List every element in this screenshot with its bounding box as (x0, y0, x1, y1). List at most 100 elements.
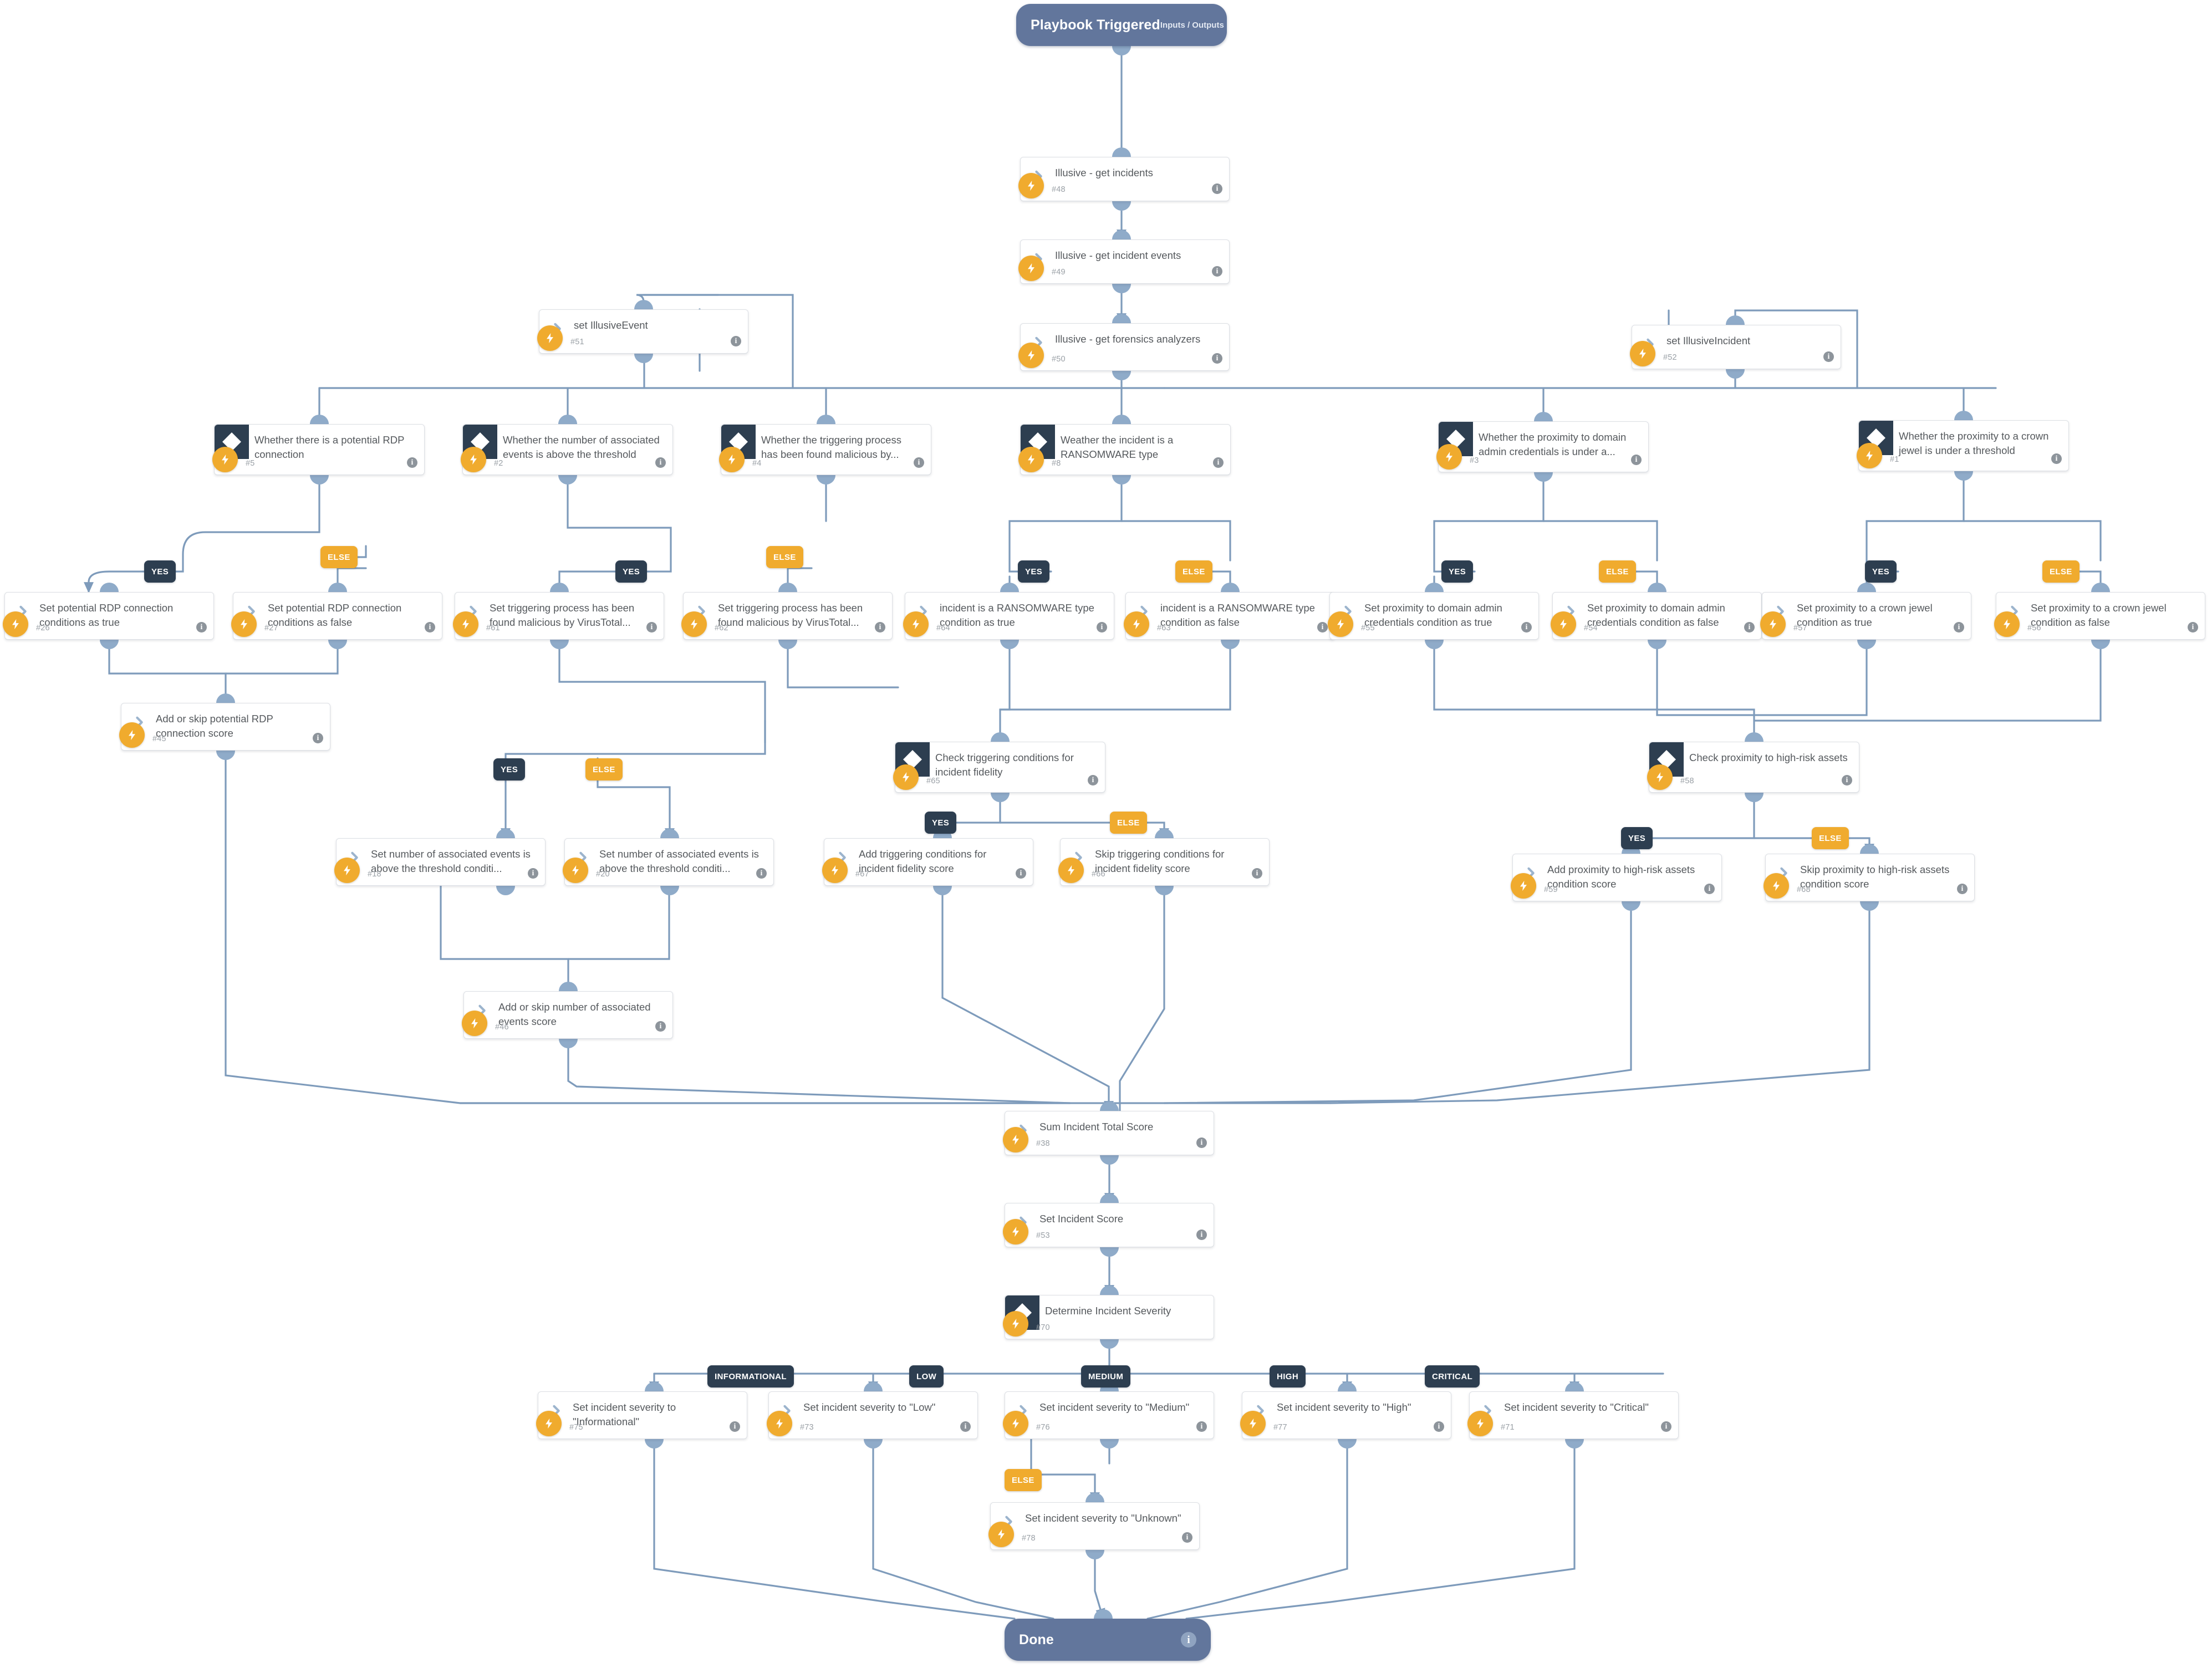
info-icon[interactable]: i (1434, 1421, 1444, 1432)
node-footer: #64 i (903, 611, 1114, 639)
info-icon[interactable]: i (1212, 266, 1222, 277)
info-icon[interactable]: i (655, 457, 666, 468)
task-node-n66[interactable]: Skip triggering conditions for incident … (1058, 838, 1270, 886)
info-icon[interactable]: i (1954, 622, 1964, 632)
info-icon[interactable]: i (1521, 622, 1532, 632)
node-number: #77 (1273, 1423, 1287, 1432)
info-icon[interactable]: i (1957, 884, 1968, 894)
task-node-n57[interactable]: Set proximity to a crown jewel condition… (1760, 592, 1971, 640)
task-node-n75[interactable]: Set incident severity to "Informational"… (536, 1391, 747, 1439)
info-icon[interactable]: i (1631, 455, 1642, 465)
task-node-n62[interactable]: Set triggering process has been found ma… (681, 592, 893, 640)
info-icon[interactable]: i (1213, 457, 1224, 468)
condition-node-n1[interactable]: Whether the proximity to a crown jewel i… (1857, 420, 2069, 471)
playbook-canvas[interactable]: Playbook Triggered Inputs / Outputs Done… (0, 0, 2212, 1668)
task-node-n71[interactable]: Set incident severity to "Critical" #71 i (1467, 1391, 1679, 1439)
condition-node-n58[interactable]: Check proximity to high-risk assets #58 i (1647, 742, 1859, 793)
task-node-n55[interactable]: Set proximity to domain admin credential… (1328, 592, 1539, 640)
done-node[interactable]: Done i (1005, 1619, 1211, 1661)
task-node-n53[interactable]: Set Incident Score #53 i (1003, 1203, 1214, 1247)
branch-label-critical: CRITICAL (1425, 1365, 1480, 1388)
node-number: #3 (1470, 456, 1479, 465)
task-node-n50[interactable]: Illusive - get forensics analyzers #50 i (1018, 323, 1230, 371)
condition-node-n70[interactable]: Determine Incident Severity #70 (1003, 1295, 1214, 1339)
playbook-triggered-node[interactable]: Playbook Triggered Inputs / Outputs (1016, 4, 1227, 46)
info-icon[interactable]: i (1661, 1421, 1671, 1432)
node-footer: #58 i (1647, 764, 1859, 792)
task-node-n77[interactable]: Set incident severity to "High" #77 i (1240, 1391, 1451, 1439)
task-node-n61[interactable]: Set triggering process has been found ma… (453, 592, 664, 640)
task-node-n46[interactable]: Add or skip number of associated events … (462, 991, 673, 1039)
task-node-n73[interactable]: Set incident severity to "Low" #73 i (767, 1391, 978, 1439)
info-icon[interactable]: i (1097, 622, 1107, 632)
lightning-bolt-icon (822, 858, 848, 883)
condition-node-n65[interactable]: Check triggering conditions for incident… (893, 742, 1105, 793)
lightning-bolt-icon (1994, 611, 2020, 637)
task-node-n54[interactable]: Set proximity to domain admin credential… (1551, 592, 1762, 640)
task-node-n49[interactable]: Illusive - get incident events #49 i (1018, 239, 1230, 284)
info-icon[interactable]: i (1196, 1137, 1207, 1148)
task-node-n52[interactable]: set IllusiveIncident #52 i (1630, 325, 1841, 369)
task-node-n51[interactable]: set IllusiveEvent #51 i (537, 309, 748, 354)
node-footer: #63 i (1124, 611, 1334, 639)
condition-node-n8[interactable]: Weather the incident is a RANSOMWARE typ… (1018, 424, 1231, 475)
info-icon[interactable]: i (407, 457, 417, 468)
task-node-n26[interactable]: Set potential RDP connection conditions … (3, 592, 214, 640)
info-icon[interactable]: i (1196, 1230, 1207, 1240)
task-node-n38[interactable]: Sum Incident Total Score #38 i (1003, 1111, 1214, 1155)
info-icon[interactable]: i (914, 457, 924, 468)
task-node-n56[interactable]: Set proximity to a crown jewel condition… (1994, 592, 2205, 640)
info-icon[interactable]: i (1182, 1532, 1192, 1543)
info-icon[interactable]: i (1823, 351, 1834, 362)
info-icon[interactable]: i (1196, 1421, 1207, 1432)
task-node-n68[interactable]: Skip proximity to high-risk assets condi… (1764, 854, 1975, 901)
inputs-outputs-link[interactable]: Inputs / Outputs (1160, 21, 1224, 30)
condition-node-n3[interactable]: Whether the proximity to domain admin cr… (1436, 421, 1649, 472)
info-icon[interactable]: i (655, 1021, 666, 1032)
info-icon[interactable]: i (875, 622, 885, 632)
lightning-bolt-icon (563, 858, 588, 883)
info-icon[interactable]: i (1181, 1632, 1196, 1647)
condition-node-n2[interactable]: Whether the number of associated events … (461, 424, 673, 475)
node-footer: #8 i (1018, 447, 1230, 475)
info-icon[interactable]: i (730, 1421, 740, 1432)
info-icon[interactable]: i (1212, 353, 1222, 364)
task-node-n45[interactable]: Add or skip potential RDP connection sco… (119, 703, 330, 751)
condition-node-n5[interactable]: Whether there is a potential RDP connect… (212, 424, 425, 475)
info-icon[interactable]: i (1252, 868, 1262, 879)
task-node-n59[interactable]: Add proximity to high-risk assets condit… (1511, 854, 1722, 901)
info-icon[interactable]: i (425, 622, 435, 632)
info-icon[interactable]: i (1016, 868, 1026, 879)
info-icon[interactable]: i (528, 868, 538, 879)
branch-label-else: ELSE (1175, 560, 1212, 583)
node-footer: #51 i (537, 325, 748, 353)
info-icon[interactable]: i (313, 733, 323, 743)
node-footer: #57 i (1760, 611, 1971, 639)
task-node-n20[interactable]: Set number of associated events is above… (563, 838, 774, 886)
info-icon[interactable]: i (1317, 622, 1328, 632)
condition-node-n4[interactable]: Whether the triggering process has been … (719, 424, 931, 475)
info-icon[interactable]: i (731, 336, 741, 346)
info-icon[interactable]: i (756, 868, 767, 879)
info-icon[interactable]: i (1704, 884, 1715, 894)
task-node-n64[interactable]: incident is a RANSOMWARE type condition … (903, 592, 1114, 640)
branch-label-yes: YES (1441, 560, 1474, 583)
info-icon[interactable]: i (2051, 453, 2062, 464)
info-icon[interactable]: i (1088, 775, 1098, 785)
info-icon[interactable]: i (1212, 183, 1222, 194)
task-node-n78[interactable]: Set incident severity to "Unknown" #78 i (988, 1502, 1200, 1550)
task-node-n63[interactable]: incident is a RANSOMWARE type condition … (1124, 592, 1335, 640)
lightning-bolt-icon (536, 1411, 562, 1436)
task-node-n27[interactable]: Set potential RDP connection conditions … (231, 592, 442, 640)
task-node-n76[interactable]: Set incident severity to "Medium" #76 i (1003, 1391, 1214, 1439)
task-node-n48[interactable]: Illusive - get incidents #48 i (1018, 157, 1230, 201)
info-icon[interactable]: i (2188, 622, 2198, 632)
info-icon[interactable]: i (960, 1421, 971, 1432)
lightning-bolt-icon (3, 611, 28, 637)
info-icon[interactable]: i (1744, 622, 1755, 632)
info-icon[interactable]: i (1842, 775, 1852, 785)
info-icon[interactable]: i (646, 622, 657, 632)
info-icon[interactable]: i (196, 622, 207, 632)
task-node-n18[interactable]: Set number of associated events is above… (334, 838, 546, 886)
task-node-n67[interactable]: Add triggering conditions for incident f… (822, 838, 1033, 886)
